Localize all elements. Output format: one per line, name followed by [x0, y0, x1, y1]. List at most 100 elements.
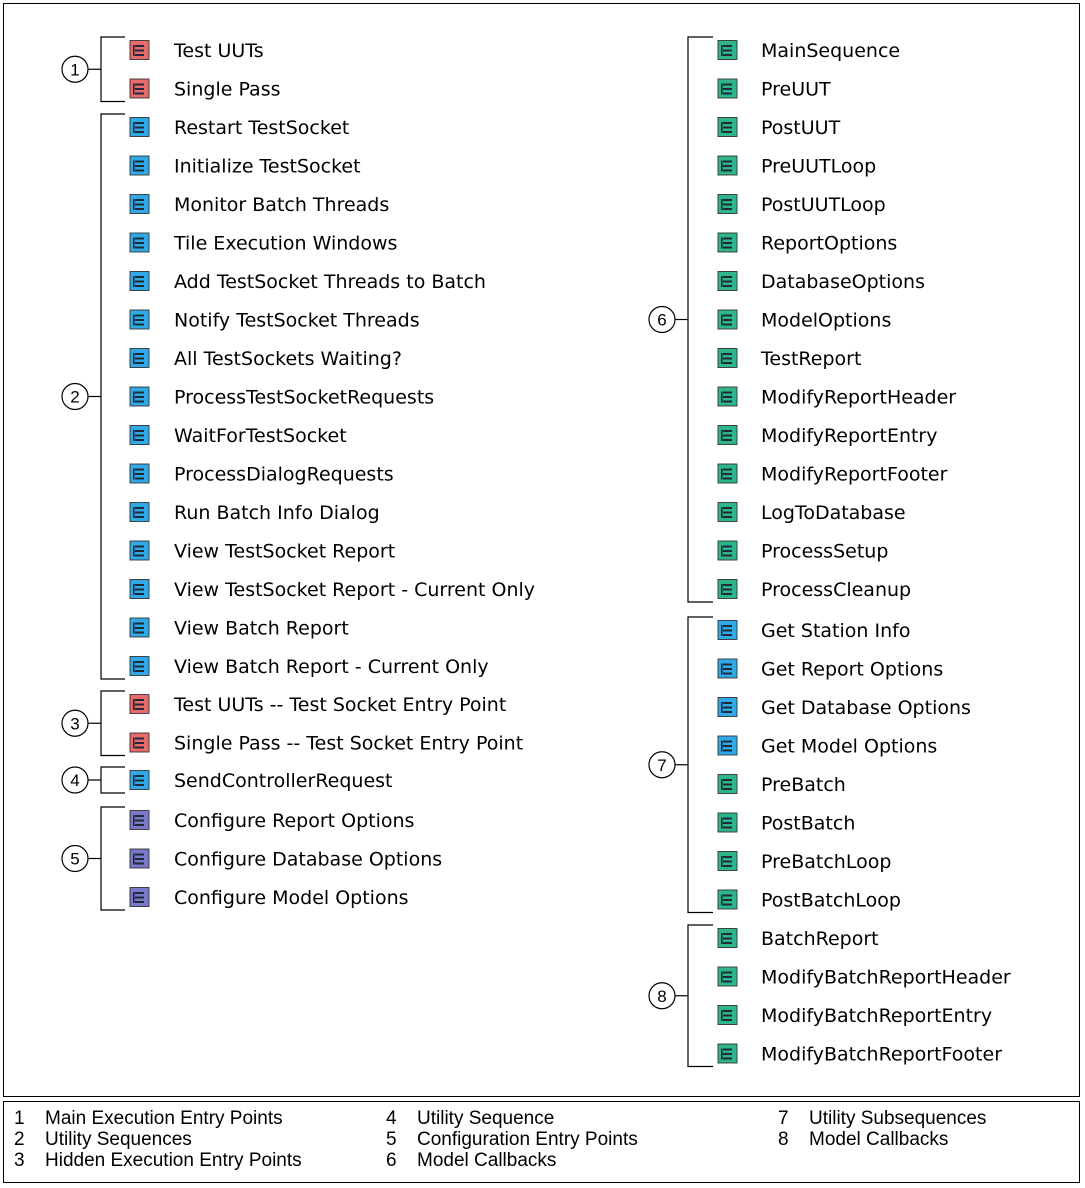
icon-glyph-bar	[135, 391, 144, 394]
green-sequence-icon	[717, 425, 738, 445]
icon-glyph-stem	[133, 237, 135, 249]
group-bracket	[687, 924, 713, 1068]
sequence-item: Get Model Options	[717, 736, 937, 758]
icon-glyph-bar	[723, 933, 732, 935]
sequence-item: MainSequence	[717, 40, 900, 62]
sequence-label: All TestSockets Waiting?	[174, 348, 402, 370]
sequence-label: DatabaseOptions	[761, 271, 925, 293]
icon-glyph-bar	[135, 54, 144, 56]
icon-glyph-bar	[135, 362, 144, 364]
blue-sequence-icon	[129, 770, 150, 790]
icon-glyph-bar	[723, 672, 732, 675]
group-8: 8 BatchReport ModifyBatchReportHeader Modif…	[648, 924, 1011, 1068]
group-bracket	[100, 113, 125, 680]
legend-number: 6	[386, 1150, 397, 1171]
legend-number: 7	[778, 1108, 789, 1129]
icon-glyph-bar	[135, 169, 144, 172]
sequence-item: ModifyReportEntry	[717, 425, 938, 447]
icon-glyph-stem	[721, 83, 723, 95]
blue-sequence-icon	[129, 386, 150, 407]
icon-glyph-bar	[135, 165, 144, 167]
icon-glyph-bar	[135, 199, 144, 201]
sequence-item: All TestSockets Waiting?	[129, 348, 402, 370]
callout-number: 8	[657, 987, 666, 1006]
icon-glyph-bar	[723, 749, 732, 752]
icon-glyph-bar	[135, 400, 144, 403]
icon-glyph-bar	[135, 737, 144, 740]
sequence-item: PostBatch	[717, 813, 855, 835]
icon-glyph-bar	[135, 708, 144, 710]
sequence-label: View TestSocket Report	[174, 541, 395, 563]
icon-glyph-bar	[723, 550, 732, 552]
callout-number: 1	[70, 60, 79, 79]
icon-glyph-bar	[135, 779, 144, 782]
green-sequence-icon	[717, 579, 738, 599]
red-sequence-icon	[129, 694, 150, 714]
icon-glyph-stem	[721, 237, 723, 249]
icon-glyph-bar	[723, 740, 732, 743]
icon-glyph-stem	[721, 391, 723, 403]
icon-glyph-bar	[723, 169, 732, 172]
icon-glyph-bar	[723, 400, 732, 403]
sequence-label: Configure Report Options	[174, 810, 414, 832]
icon-glyph-bar	[135, 670, 144, 672]
icon-glyph-bar	[135, 824, 144, 826]
green-sequence-icon	[717, 851, 738, 871]
blue-sequence-icon	[129, 271, 150, 291]
blue-sequence-icon	[129, 540, 150, 561]
icon-glyph-bar	[723, 54, 732, 56]
icon-glyph-bar	[135, 131, 144, 133]
blue-sequence-icon	[129, 117, 150, 137]
icon-glyph-bar	[135, 699, 144, 701]
icon-glyph-bar	[723, 49, 732, 52]
icon-glyph-bar	[723, 668, 732, 670]
icon-glyph-bar	[723, 323, 732, 326]
sequence-item: Test UUTs	[129, 40, 264, 62]
sequence-label: Configure Model Options	[174, 887, 409, 909]
callout-number: 4	[70, 771, 79, 790]
sequence-item: ProcessDialogRequests	[129, 464, 394, 486]
group-7: 7 Get Station Info Get Report Options Get D…	[648, 616, 971, 914]
sequence-label: TestReport	[760, 348, 861, 370]
icon-glyph-stem	[721, 971, 723, 983]
sequence-label: WaitForTestSocket	[174, 425, 347, 447]
sequence-item: Single Pass	[129, 78, 281, 101]
legend-label: Model Callbacks	[417, 1150, 557, 1171]
sequence-item: Run Batch Info Dialog	[129, 502, 380, 524]
sequence-label: View Batch Report	[174, 618, 349, 640]
sequence-item: Configure Model Options	[129, 887, 409, 909]
sequence-label: BatchReport	[761, 928, 879, 950]
icon-glyph-bar	[135, 784, 144, 786]
sequence-diagram: 1 Test UUTs Single Pass 2 Restart TestSocket…	[61, 36, 1011, 1068]
icon-glyph-bar	[723, 1057, 732, 1060]
icon-glyph-bar	[135, 627, 144, 629]
icon-glyph-stem	[721, 1048, 723, 1060]
icon-glyph-stem	[133, 430, 135, 441]
group-3: 3 Test UUTs -- Test Socket Entry Point Sin…	[61, 690, 523, 757]
icon-glyph-stem	[721, 933, 723, 944]
sequence-item: PreUUT	[717, 79, 831, 101]
icon-glyph-stem	[133, 661, 135, 672]
icon-glyph-bar	[135, 208, 144, 210]
red-sequence-icon	[129, 78, 150, 99]
icon-glyph-stem	[133, 314, 135, 326]
green-sequence-icon	[717, 502, 738, 522]
icon-glyph-bar	[723, 285, 732, 287]
callout-number: 5	[70, 850, 79, 869]
icon-glyph-stem	[133, 815, 135, 826]
icon-glyph-bar	[723, 779, 732, 781]
legend-label: Main Execution Entry Points	[45, 1108, 283, 1129]
icon-glyph-stem	[133, 199, 135, 210]
blue-sequence-icon	[129, 232, 150, 253]
icon-glyph-bar	[723, 593, 732, 595]
green-sequence-icon	[717, 889, 738, 910]
sequence-label: Single Pass	[174, 79, 281, 101]
icon-glyph-stem	[721, 122, 723, 133]
sequence-item: Initialize TestSocket	[129, 156, 361, 178]
icon-glyph-bar	[135, 622, 144, 625]
sequence-item: PostUUTLoop	[717, 194, 886, 216]
sequence-label: Add TestSocket Threads to Batch	[174, 271, 486, 293]
sequence-label: ModifyBatchReportHeader	[761, 967, 1011, 989]
icon-glyph-bar	[723, 131, 732, 133]
icon-glyph-bar	[723, 899, 732, 901]
